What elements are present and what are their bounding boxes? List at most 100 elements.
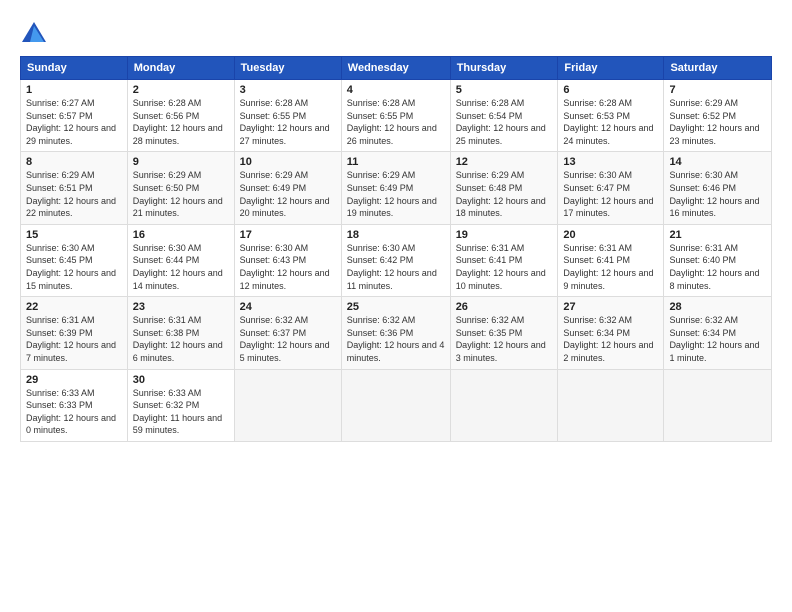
day-cell [234,369,341,441]
day-cell: 3Sunrise: 6:28 AMSunset: 6:55 PMDaylight… [234,80,341,152]
day-info: Sunrise: 6:29 AMSunset: 6:49 PMDaylight:… [240,169,336,219]
day-info: Sunrise: 6:30 AMSunset: 6:42 PMDaylight:… [347,242,445,292]
column-header-tuesday: Tuesday [234,57,341,80]
week-row-1: 1Sunrise: 6:27 AMSunset: 6:57 PMDaylight… [21,80,772,152]
day-cell: 16Sunrise: 6:30 AMSunset: 6:44 PMDayligh… [127,224,234,296]
day-cell: 12Sunrise: 6:29 AMSunset: 6:48 PMDayligh… [450,152,558,224]
day-number: 9 [133,156,229,168]
week-row-2: 8Sunrise: 6:29 AMSunset: 6:51 PMDaylight… [21,152,772,224]
day-cell: 7Sunrise: 6:29 AMSunset: 6:52 PMDaylight… [664,80,772,152]
day-number: 15 [26,229,122,241]
page: SundayMondayTuesdayWednesdayThursdayFrid… [0,0,792,612]
day-info: Sunrise: 6:28 AMSunset: 6:55 PMDaylight:… [347,97,445,147]
day-number: 20 [563,229,658,241]
day-number: 1 [26,84,122,96]
week-row-5: 29Sunrise: 6:33 AMSunset: 6:33 PMDayligh… [21,369,772,441]
day-number: 22 [26,301,122,313]
day-cell: 30Sunrise: 6:33 AMSunset: 6:32 PMDayligh… [127,369,234,441]
day-cell: 17Sunrise: 6:30 AMSunset: 6:43 PMDayligh… [234,224,341,296]
day-cell: 23Sunrise: 6:31 AMSunset: 6:38 PMDayligh… [127,297,234,369]
header-row: SundayMondayTuesdayWednesdayThursdayFrid… [21,57,772,80]
day-info: Sunrise: 6:32 AMSunset: 6:36 PMDaylight:… [347,314,445,364]
day-cell: 28Sunrise: 6:32 AMSunset: 6:34 PMDayligh… [664,297,772,369]
day-cell: 29Sunrise: 6:33 AMSunset: 6:33 PMDayligh… [21,369,128,441]
day-info: Sunrise: 6:29 AMSunset: 6:52 PMDaylight:… [669,97,766,147]
day-number: 14 [669,156,766,168]
day-cell: 27Sunrise: 6:32 AMSunset: 6:34 PMDayligh… [558,297,664,369]
column-header-saturday: Saturday [664,57,772,80]
day-cell: 8Sunrise: 6:29 AMSunset: 6:51 PMDaylight… [21,152,128,224]
day-cell: 15Sunrise: 6:30 AMSunset: 6:45 PMDayligh… [21,224,128,296]
day-cell: 26Sunrise: 6:32 AMSunset: 6:35 PMDayligh… [450,297,558,369]
day-number: 30 [133,374,229,386]
day-number: 11 [347,156,445,168]
day-info: Sunrise: 6:32 AMSunset: 6:34 PMDaylight:… [669,314,766,364]
day-number: 23 [133,301,229,313]
day-info: Sunrise: 6:30 AMSunset: 6:44 PMDaylight:… [133,242,229,292]
day-number: 28 [669,301,766,313]
day-number: 26 [456,301,553,313]
day-info: Sunrise: 6:27 AMSunset: 6:57 PMDaylight:… [26,97,122,147]
day-number: 12 [456,156,553,168]
day-cell: 22Sunrise: 6:31 AMSunset: 6:39 PMDayligh… [21,297,128,369]
day-number: 6 [563,84,658,96]
day-number: 4 [347,84,445,96]
day-cell: 6Sunrise: 6:28 AMSunset: 6:53 PMDaylight… [558,80,664,152]
day-number: 10 [240,156,336,168]
day-cell: 19Sunrise: 6:31 AMSunset: 6:41 PMDayligh… [450,224,558,296]
day-cell: 5Sunrise: 6:28 AMSunset: 6:54 PMDaylight… [450,80,558,152]
day-number: 27 [563,301,658,313]
day-number: 16 [133,229,229,241]
day-number: 3 [240,84,336,96]
day-info: Sunrise: 6:29 AMSunset: 6:51 PMDaylight:… [26,169,122,219]
day-info: Sunrise: 6:30 AMSunset: 6:46 PMDaylight:… [669,169,766,219]
day-number: 21 [669,229,766,241]
column-header-thursday: Thursday [450,57,558,80]
day-info: Sunrise: 6:33 AMSunset: 6:32 PMDaylight:… [133,387,229,437]
day-cell [558,369,664,441]
day-info: Sunrise: 6:28 AMSunset: 6:55 PMDaylight:… [240,97,336,147]
day-cell: 11Sunrise: 6:29 AMSunset: 6:49 PMDayligh… [341,152,450,224]
day-info: Sunrise: 6:32 AMSunset: 6:34 PMDaylight:… [563,314,658,364]
day-info: Sunrise: 6:30 AMSunset: 6:47 PMDaylight:… [563,169,658,219]
day-info: Sunrise: 6:28 AMSunset: 6:53 PMDaylight:… [563,97,658,147]
column-header-monday: Monday [127,57,234,80]
day-cell: 10Sunrise: 6:29 AMSunset: 6:49 PMDayligh… [234,152,341,224]
column-header-friday: Friday [558,57,664,80]
calendar: SundayMondayTuesdayWednesdayThursdayFrid… [20,56,772,442]
day-number: 5 [456,84,553,96]
logo [20,20,52,48]
day-number: 29 [26,374,122,386]
day-cell: 13Sunrise: 6:30 AMSunset: 6:47 PMDayligh… [558,152,664,224]
day-info: Sunrise: 6:31 AMSunset: 6:41 PMDaylight:… [563,242,658,292]
day-info: Sunrise: 6:31 AMSunset: 6:41 PMDaylight:… [456,242,553,292]
day-cell: 2Sunrise: 6:28 AMSunset: 6:56 PMDaylight… [127,80,234,152]
day-cell: 25Sunrise: 6:32 AMSunset: 6:36 PMDayligh… [341,297,450,369]
day-info: Sunrise: 6:32 AMSunset: 6:35 PMDaylight:… [456,314,553,364]
day-number: 17 [240,229,336,241]
day-cell: 24Sunrise: 6:32 AMSunset: 6:37 PMDayligh… [234,297,341,369]
day-cell: 1Sunrise: 6:27 AMSunset: 6:57 PMDaylight… [21,80,128,152]
day-info: Sunrise: 6:30 AMSunset: 6:43 PMDaylight:… [240,242,336,292]
logo-icon [20,20,48,48]
day-info: Sunrise: 6:31 AMSunset: 6:38 PMDaylight:… [133,314,229,364]
day-cell: 21Sunrise: 6:31 AMSunset: 6:40 PMDayligh… [664,224,772,296]
day-cell [664,369,772,441]
day-cell: 18Sunrise: 6:30 AMSunset: 6:42 PMDayligh… [341,224,450,296]
day-number: 2 [133,84,229,96]
day-info: Sunrise: 6:29 AMSunset: 6:50 PMDaylight:… [133,169,229,219]
day-info: Sunrise: 6:31 AMSunset: 6:40 PMDaylight:… [669,242,766,292]
day-info: Sunrise: 6:30 AMSunset: 6:45 PMDaylight:… [26,242,122,292]
column-header-sunday: Sunday [21,57,128,80]
day-info: Sunrise: 6:28 AMSunset: 6:54 PMDaylight:… [456,97,553,147]
header [20,16,772,48]
week-row-3: 15Sunrise: 6:30 AMSunset: 6:45 PMDayligh… [21,224,772,296]
day-number: 13 [563,156,658,168]
day-number: 19 [456,229,553,241]
day-info: Sunrise: 6:33 AMSunset: 6:33 PMDaylight:… [26,387,122,437]
day-info: Sunrise: 6:28 AMSunset: 6:56 PMDaylight:… [133,97,229,147]
day-info: Sunrise: 6:29 AMSunset: 6:49 PMDaylight:… [347,169,445,219]
day-cell: 9Sunrise: 6:29 AMSunset: 6:50 PMDaylight… [127,152,234,224]
day-cell: 4Sunrise: 6:28 AMSunset: 6:55 PMDaylight… [341,80,450,152]
day-number: 24 [240,301,336,313]
